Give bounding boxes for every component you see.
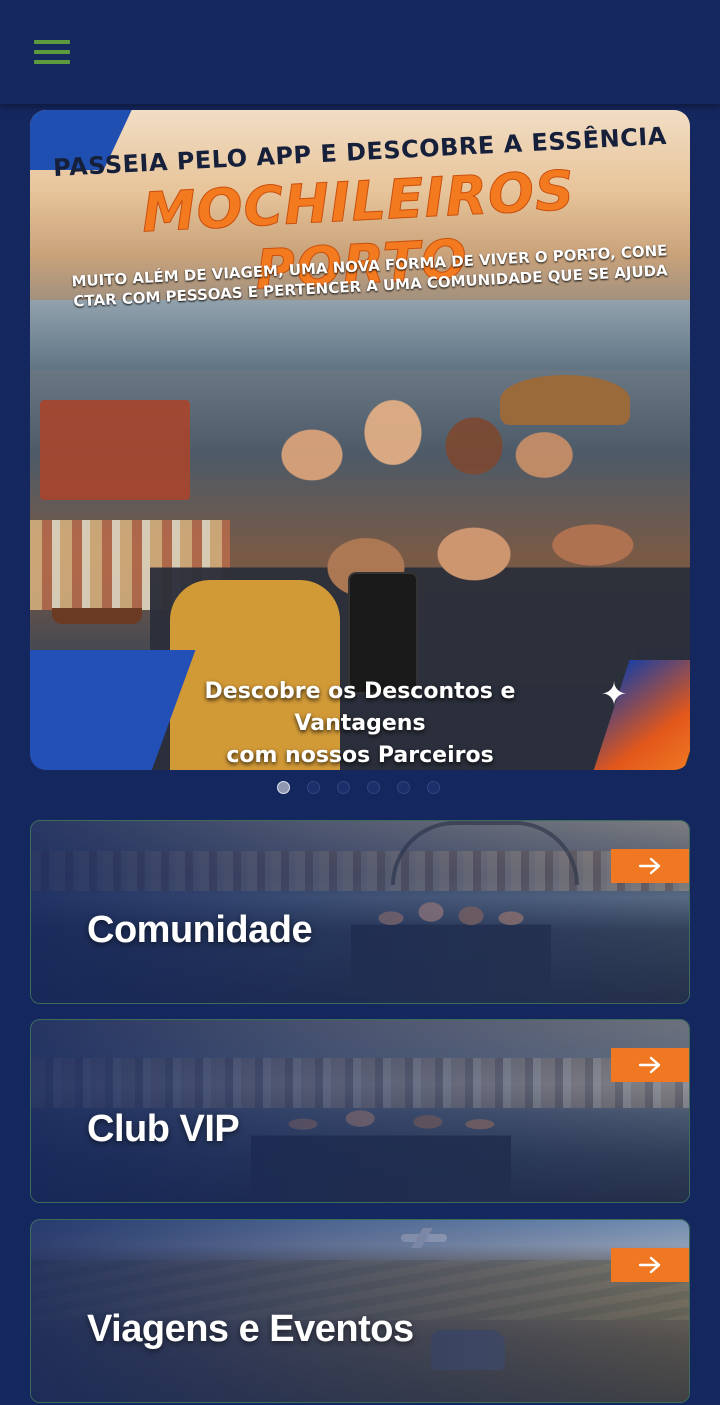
card-club-vip[interactable]: Club VIP bbox=[30, 1019, 690, 1203]
carousel-dot[interactable] bbox=[367, 781, 380, 794]
carousel-pagination bbox=[277, 781, 447, 797]
banner-person-image bbox=[500, 375, 630, 425]
card-viagens-eventos[interactable]: Viagens e Eventos bbox=[30, 1219, 690, 1403]
arrow-right-icon[interactable] bbox=[611, 1248, 689, 1282]
card-comunidade[interactable]: Comunidade bbox=[30, 820, 690, 1004]
card-label: Viagens e Eventos bbox=[87, 1308, 414, 1350]
banner-cta-line: com nossos Parceiros bbox=[226, 743, 494, 768]
carousel-dot[interactable] bbox=[277, 781, 290, 794]
menu-bar-line bbox=[34, 40, 70, 44]
banner-boat-image bbox=[52, 608, 142, 624]
banner-cta-text: Descobre os Descontos e Vantagens com no… bbox=[140, 676, 580, 770]
arrow-right-icon[interactable] bbox=[611, 1048, 689, 1082]
carousel-dot[interactable] bbox=[337, 781, 350, 794]
top-app-bar bbox=[0, 0, 720, 104]
carousel-dot[interactable] bbox=[307, 781, 320, 794]
promo-banner-slide[interactable]: PASSEIA PELO APP E DESCOBRE A ESSÊNCIA M… bbox=[30, 110, 690, 770]
banner-cta-line: Descobre os Descontos e Vantagens bbox=[204, 679, 516, 736]
hamburger-menu-icon[interactable] bbox=[34, 40, 70, 66]
sparkle-icon: ✦ bbox=[600, 676, 628, 712]
menu-bar-line bbox=[34, 60, 70, 64]
arrow-right-icon[interactable] bbox=[611, 849, 689, 883]
menu-bar-line bbox=[34, 50, 70, 54]
card-label: Club VIP bbox=[87, 1108, 240, 1150]
card-label: Comunidade bbox=[87, 909, 313, 951]
carousel-dot[interactable] bbox=[397, 781, 410, 794]
carousel-dot[interactable] bbox=[427, 781, 440, 794]
